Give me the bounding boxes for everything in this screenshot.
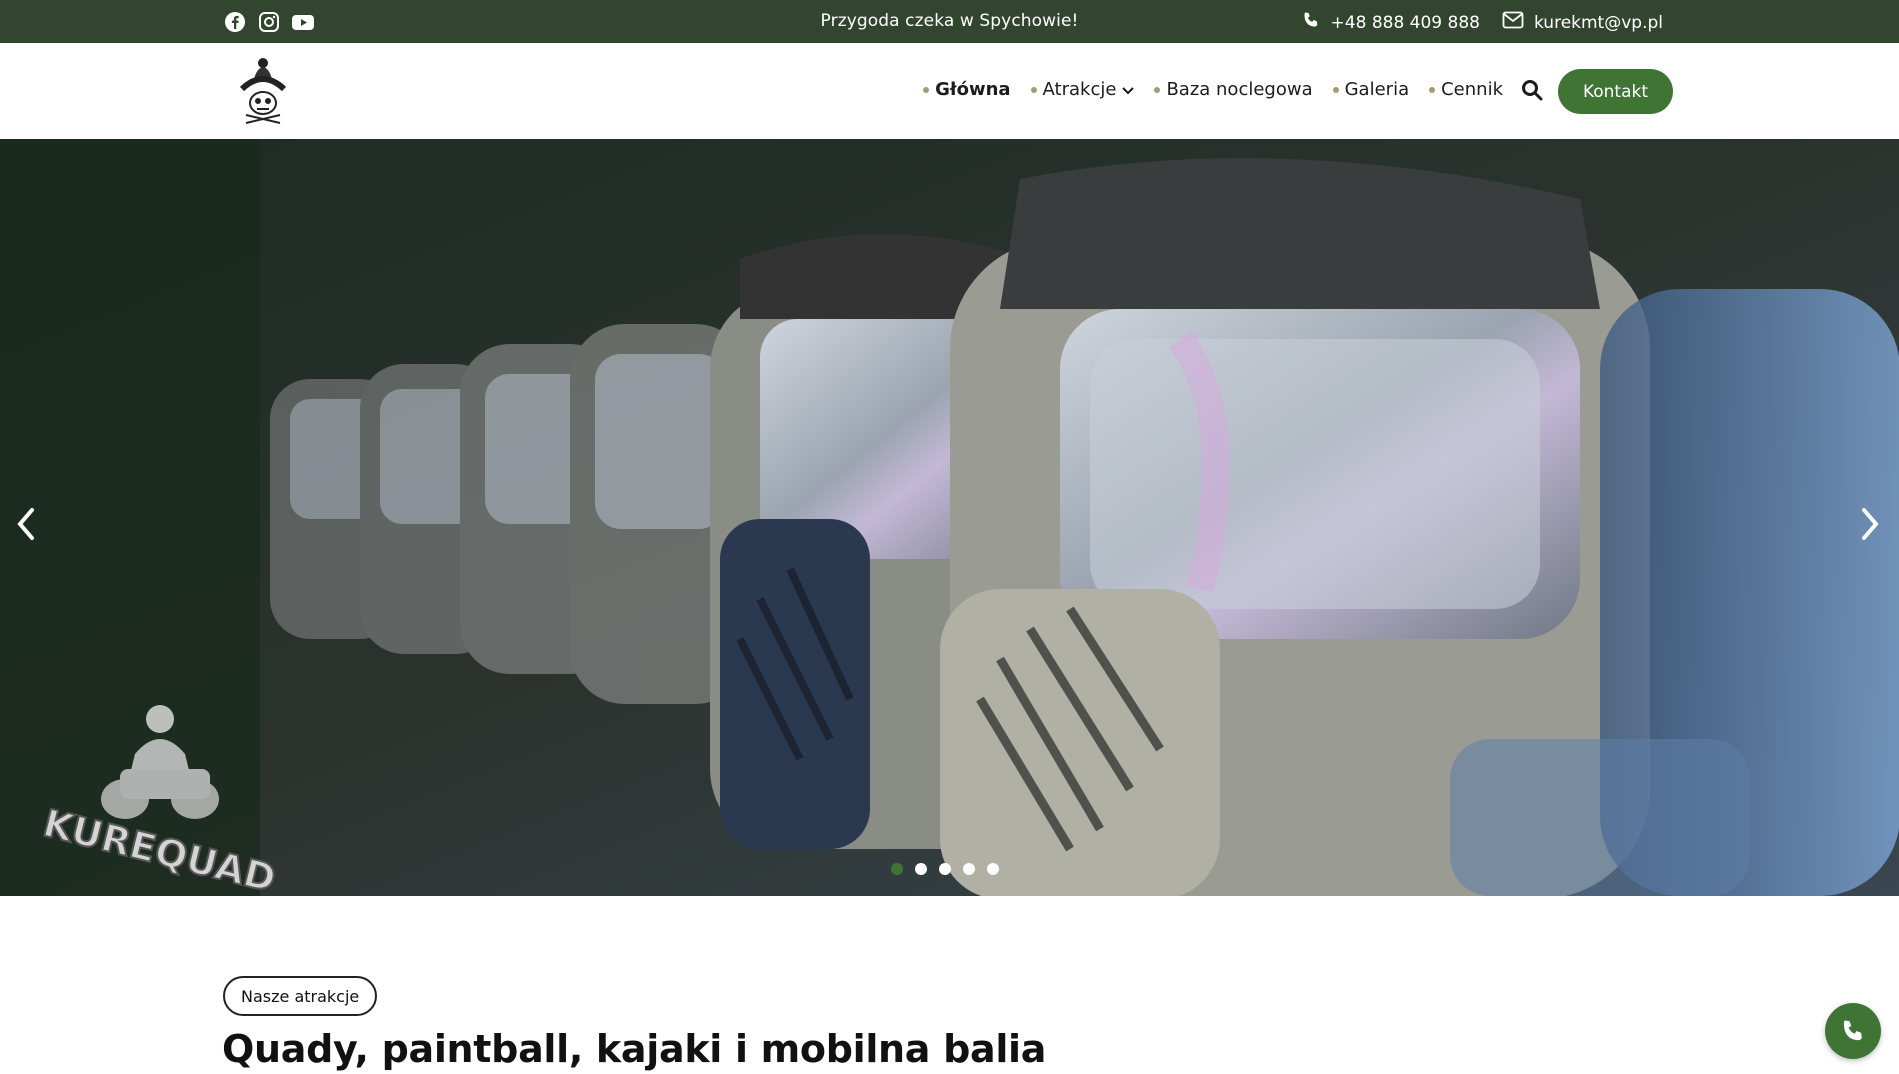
slider-dot-5[interactable] bbox=[987, 863, 999, 875]
slider-dot-4[interactable] bbox=[963, 863, 975, 875]
watermark-text: KUREQUAD bbox=[40, 801, 280, 896]
email-link[interactable]: kurekmt@vp.pl bbox=[1502, 11, 1663, 34]
slider-dot-1[interactable] bbox=[891, 863, 903, 875]
chevron-left-icon bbox=[17, 508, 34, 540]
nav-item-baza-noclegowa[interactable]: Baza noclegowa bbox=[1154, 79, 1313, 100]
nav-bullet bbox=[1030, 86, 1037, 93]
nav-bullet bbox=[1429, 86, 1436, 93]
nav-item-atrakcje[interactable]: Atrakcje bbox=[1030, 79, 1135, 100]
nav-label: Główna bbox=[935, 79, 1011, 100]
section-title: Quady, paintball, kajaki i mobilna balia bbox=[222, 1027, 1047, 1071]
nav-item-glowna[interactable]: Główna bbox=[923, 79, 1011, 100]
slider-prev-button[interactable] bbox=[6, 494, 46, 554]
nav-bullet bbox=[1154, 86, 1161, 93]
site-logo[interactable] bbox=[236, 53, 290, 127]
phone-number: +48 888 409 888 bbox=[1330, 12, 1480, 33]
chevron-right-icon bbox=[1862, 508, 1879, 540]
hero-slider: KUREQUAD bbox=[0, 139, 1899, 896]
main-nav: Główna Atrakcje Baza noclegowa Galeria C… bbox=[923, 79, 1503, 100]
nav-label: Galeria bbox=[1344, 79, 1410, 100]
site-header: Główna Atrakcje Baza noclegowa Galeria C… bbox=[0, 43, 1899, 139]
chevron-down-icon bbox=[1122, 79, 1135, 100]
watermark-logo: KUREQUAD bbox=[38, 699, 281, 896]
section-tag: Nasze atrakcje bbox=[223, 976, 378, 1016]
nav-bullet bbox=[923, 86, 930, 93]
email-address: kurekmt@vp.pl bbox=[1533, 12, 1663, 33]
slider-dot-3[interactable] bbox=[939, 863, 951, 875]
floating-call-button[interactable] bbox=[1825, 1003, 1881, 1059]
nav-label: Baza noclegowa bbox=[1166, 79, 1313, 100]
slider-dot-2[interactable] bbox=[915, 863, 927, 875]
kontakt-button[interactable]: Kontakt bbox=[1558, 69, 1673, 114]
contact-info: +48 888 409 888 kurekmt@vp.pl bbox=[1301, 10, 1663, 35]
nav-label: Cennik bbox=[1441, 79, 1503, 100]
nav-bullet bbox=[1332, 86, 1339, 93]
hero-image bbox=[0, 139, 1899, 896]
envelope-icon bbox=[1502, 11, 1524, 34]
nav-item-galeria[interactable]: Galeria bbox=[1332, 79, 1410, 100]
top-bar: Przygoda czeka w Spychowie! +48 888 409 … bbox=[0, 0, 1899, 43]
nav-label: Atrakcje bbox=[1042, 79, 1117, 100]
slider-next-button[interactable] bbox=[1850, 494, 1890, 554]
phone-icon bbox=[1301, 10, 1321, 35]
slider-pagination bbox=[891, 863, 999, 875]
phone-link[interactable]: +48 888 409 888 bbox=[1301, 10, 1480, 35]
nav-item-cennik[interactable]: Cennik bbox=[1429, 79, 1503, 100]
search-icon[interactable] bbox=[1521, 79, 1545, 103]
phone-icon bbox=[1843, 1020, 1862, 1041]
